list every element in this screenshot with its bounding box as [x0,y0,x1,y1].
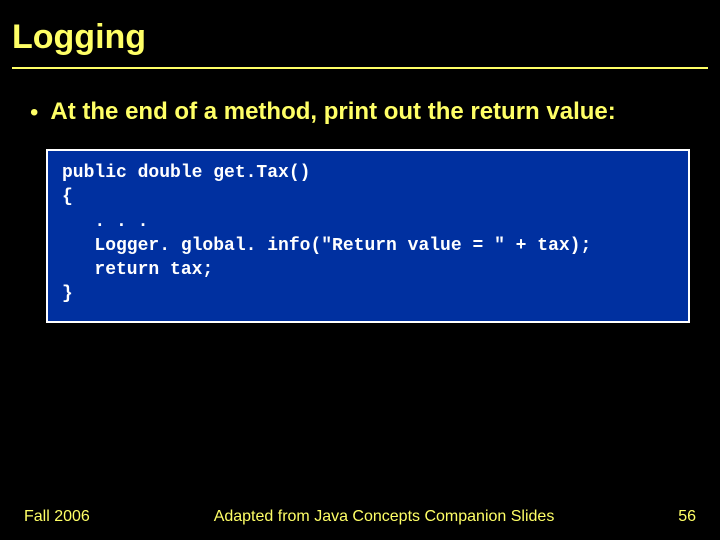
content-area: • At the end of a method, print out the … [0,97,720,127]
code-block: public double get.Tax() { . . . Logger. … [46,149,690,323]
bullet-icon: • [30,99,38,127]
page-number: 56 [678,508,696,526]
footer: Fall 2006 Adapted from Java Concepts Com… [0,508,720,526]
title-divider [12,67,708,69]
slide-title: Logging [0,18,720,67]
footer-attribution: Adapted from Java Concepts Companion Sli… [90,508,678,526]
bullet-text: At the end of a method, print out the re… [50,97,615,127]
bullet-item: • At the end of a method, print out the … [30,97,700,127]
footer-term: Fall 2006 [24,508,90,526]
slide: Logging • At the end of a method, print … [0,0,720,540]
